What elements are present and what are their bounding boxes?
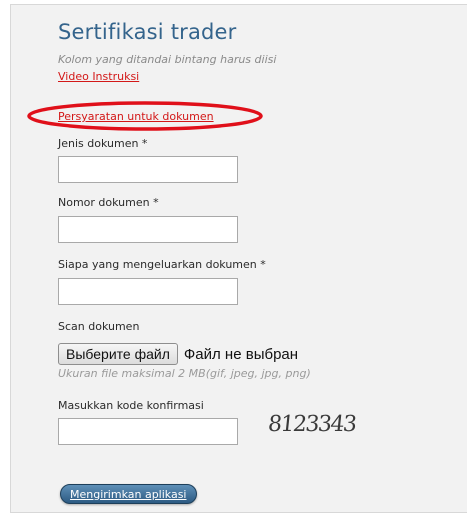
document-scan-label: Scan dokumen bbox=[58, 320, 140, 333]
captcha-label: Masukkan kode konfirmasi bbox=[58, 399, 204, 412]
file-upload-control: Выберите файл Файл не выбран bbox=[58, 342, 298, 366]
captcha-input[interactable] bbox=[58, 418, 238, 445]
document-issuer-input[interactable] bbox=[58, 278, 238, 305]
file-status-text: Файл не выбран bbox=[183, 345, 299, 363]
document-number-input[interactable] bbox=[58, 216, 238, 243]
file-size-hint: Ukuran file maksimal 2 MB(gif, jpeg, jpg… bbox=[58, 367, 311, 380]
captcha-image: 8123343 bbox=[266, 412, 357, 437]
document-number-label: Nomor dokumen * bbox=[58, 196, 159, 209]
choose-file-button[interactable]: Выберите файл bbox=[58, 343, 178, 365]
required-fields-note: Kolom yang ditandai bintang harus diisi bbox=[58, 53, 277, 66]
page-title: Sertifikasi trader bbox=[58, 20, 237, 44]
submit-application-button[interactable]: Mengirimkan aplikasi bbox=[60, 484, 197, 504]
highlight-oval-icon bbox=[27, 101, 263, 131]
document-issuer-label: Siapa yang mengeluarkan dokumen * bbox=[58, 258, 266, 271]
document-type-input[interactable] bbox=[58, 156, 238, 183]
document-type-label: Jenis dokumen * bbox=[58, 137, 148, 150]
page-frame: Sertifikasi trader Kolom yang ditandai b… bbox=[0, 0, 469, 514]
video-instructions-link[interactable]: Video Instruksi bbox=[58, 70, 139, 83]
